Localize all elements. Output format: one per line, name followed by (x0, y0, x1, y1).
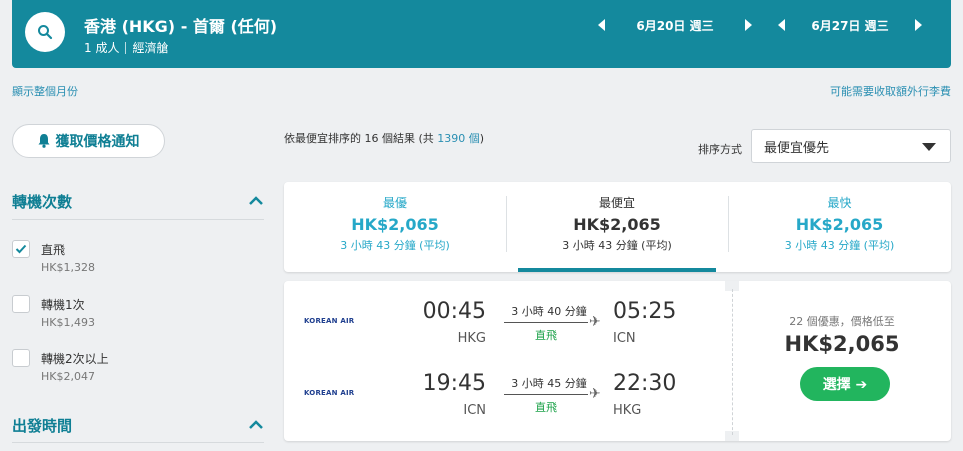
return-next-button[interactable] (908, 15, 928, 35)
price-alert-button[interactable]: 獲取價格通知 (12, 124, 165, 158)
filter-direct-label: 直飛 (41, 243, 66, 257)
return-prev-button[interactable] (772, 15, 792, 35)
chevron-right-icon (745, 19, 752, 31)
depart-time-section-header[interactable]: 出發時間 (12, 413, 264, 437)
route-line (504, 322, 588, 323)
filter-two-plus-stops[interactable]: 轉機2次以上 HK$2,047 (12, 349, 212, 387)
flight-duration: 3 小時 45 分鐘 (511, 377, 587, 390)
flight-price: HK$2,065 (784, 332, 900, 356)
results-suffix: ) (479, 132, 485, 145)
depart-date[interactable]: 6月20日 週三 (612, 17, 738, 34)
arrive-time: 22:30 (613, 371, 677, 396)
filter-direct[interactable]: 直飛 HK$1,328 (12, 240, 212, 278)
return-date[interactable]: 6月27日 週三 (792, 17, 908, 34)
chevron-left-icon (778, 19, 785, 31)
stops-section-header[interactable]: 轉機次數 (12, 189, 264, 213)
flight-duration: 3 小時 40 分鐘 (511, 305, 587, 318)
results-prefix: 依最便宜排序的 16 個結果 (共 (284, 132, 438, 145)
tab-fastest-price: HK$2,065 (795, 215, 884, 234)
filter-direct-checkbox[interactable] (12, 240, 30, 258)
depart-time: 00:45 (422, 299, 486, 324)
filter-one-stop[interactable]: 轉機1次 HK$1,493 (12, 295, 212, 333)
passenger-count: 1 成人 (84, 41, 120, 55)
tab-cheapest-price: HK$2,065 (573, 215, 661, 234)
tab-fastest-name: 最快 (827, 196, 852, 210)
search-header: 香港 (HKG) - 首爾 (任何) 1 成人 經濟艙 6月20日 週三 6月27… (12, 0, 951, 68)
extra-fees-link[interactable]: 可能需要收取額外行李費 (830, 83, 951, 99)
filter-one-stop-checkbox[interactable] (12, 295, 30, 313)
search-button[interactable] (25, 12, 65, 52)
airline-name: KOREAN AIR (304, 317, 355, 325)
return-date-nav: 6月27日 週三 (772, 0, 932, 50)
route-line (504, 394, 588, 395)
card-divider (732, 289, 733, 435)
offers-count: 22 個優惠，價格低至 (789, 315, 895, 328)
sort-selected-value: 最便宜優先 (764, 140, 830, 156)
chevron-left-icon (598, 19, 605, 31)
return-leg: KOREAN AIR 19:45 ICN 3 小時 45 分鐘 ✈ 直飛 22:… (284, 371, 724, 431)
price-alert-label: 獲取價格通知 (55, 134, 140, 150)
results-total-link[interactable]: 1390 個 (437, 132, 480, 145)
filter-one-stop-price: HK$1,493 (41, 316, 95, 329)
depart-date-nav: 6月20日 週三 (592, 0, 762, 50)
tab-fastest[interactable]: 最快 HK$2,065 3 小時 43 分鐘 (平均) (728, 182, 951, 272)
trip-details[interactable]: 1 成人 經濟艙 (84, 39, 168, 56)
tab-best-name: 最優 (382, 196, 407, 210)
depart-prev-button[interactable] (592, 15, 612, 35)
active-tab-indicator (518, 268, 716, 272)
filter-two-plus-stops-label: 轉機2次以上 (41, 352, 109, 366)
tab-cheapest-duration: 3 小時 43 分鐘 (平均) (562, 239, 672, 252)
stops-label: 直飛 (535, 401, 557, 414)
divider (12, 442, 264, 443)
sort-label: 排序方式 (698, 143, 742, 156)
tab-best-price: HK$2,065 (351, 215, 439, 234)
show-month-link[interactable]: 顯示整個月份 (12, 83, 78, 99)
stops-title: 轉機次數 (12, 192, 73, 211)
filter-direct-price: HK$1,328 (41, 261, 95, 274)
airline-name: KOREAN AIR (304, 389, 355, 397)
tab-best[interactable]: 最優 HK$2,065 3 小時 43 分鐘 (平均) (284, 182, 506, 272)
cabin-class: 經濟艙 (132, 41, 169, 55)
chevron-down-icon (922, 143, 936, 151)
filter-two-plus-stops-checkbox[interactable] (12, 349, 30, 367)
bell-icon (38, 134, 50, 148)
tab-cheapest-name: 最便宜 (598, 196, 635, 210)
airplane-icon: ✈ (589, 386, 601, 402)
depart-time-title: 出發時間 (12, 416, 73, 435)
search-icon (38, 25, 53, 40)
arrive-time: 05:25 (613, 299, 677, 324)
depart-airport: HKG (457, 331, 486, 346)
airplane-icon: ✈ (589, 314, 601, 330)
outbound-leg: KOREAN AIR 00:45 HKG 3 小時 40 分鐘 ✈ 直飛 05:… (284, 299, 724, 359)
depart-time: 19:45 (422, 371, 486, 396)
select-flight-button[interactable]: 選擇 ➔ (800, 367, 890, 401)
filter-one-stop-label: 轉機1次 (41, 298, 85, 312)
sort-tabs: 最優 HK$2,065 3 小時 43 分鐘 (平均) 最便宜 HK$2,065… (284, 182, 951, 272)
tab-fastest-duration: 3 小時 43 分鐘 (平均) (784, 239, 895, 252)
airline-logo: KOREAN AIR (304, 389, 354, 397)
filter-two-plus-stops-price: HK$2,047 (41, 370, 95, 383)
flight-result-card[interactable]: KOREAN AIR 00:45 HKG 3 小時 40 分鐘 ✈ 直飛 05:… (284, 281, 951, 441)
results-summary: 依最便宜排序的 16 個結果 (共 1390 個) (284, 130, 484, 146)
airline-logo: KOREAN AIR (304, 317, 354, 325)
tab-cheapest[interactable]: 最便宜 HK$2,065 3 小時 43 分鐘 (平均) (506, 182, 728, 272)
sort-select[interactable]: 最便宜優先 (751, 129, 951, 163)
depart-airport: ICN (463, 403, 486, 418)
route-title[interactable]: 香港 (HKG) - 首爾 (任何) (84, 13, 277, 37)
depart-next-button[interactable] (738, 15, 758, 35)
stops-label: 直飛 (535, 329, 557, 342)
divider (12, 219, 264, 220)
chevron-up-icon (249, 420, 263, 429)
chevron-up-icon (249, 196, 263, 205)
tab-best-duration: 3 小時 43 分鐘 (平均) (340, 239, 450, 252)
check-icon (15, 244, 27, 254)
arrive-airport: HKG (613, 403, 642, 418)
chevron-right-icon (915, 19, 922, 31)
arrive-airport: ICN (613, 331, 636, 346)
